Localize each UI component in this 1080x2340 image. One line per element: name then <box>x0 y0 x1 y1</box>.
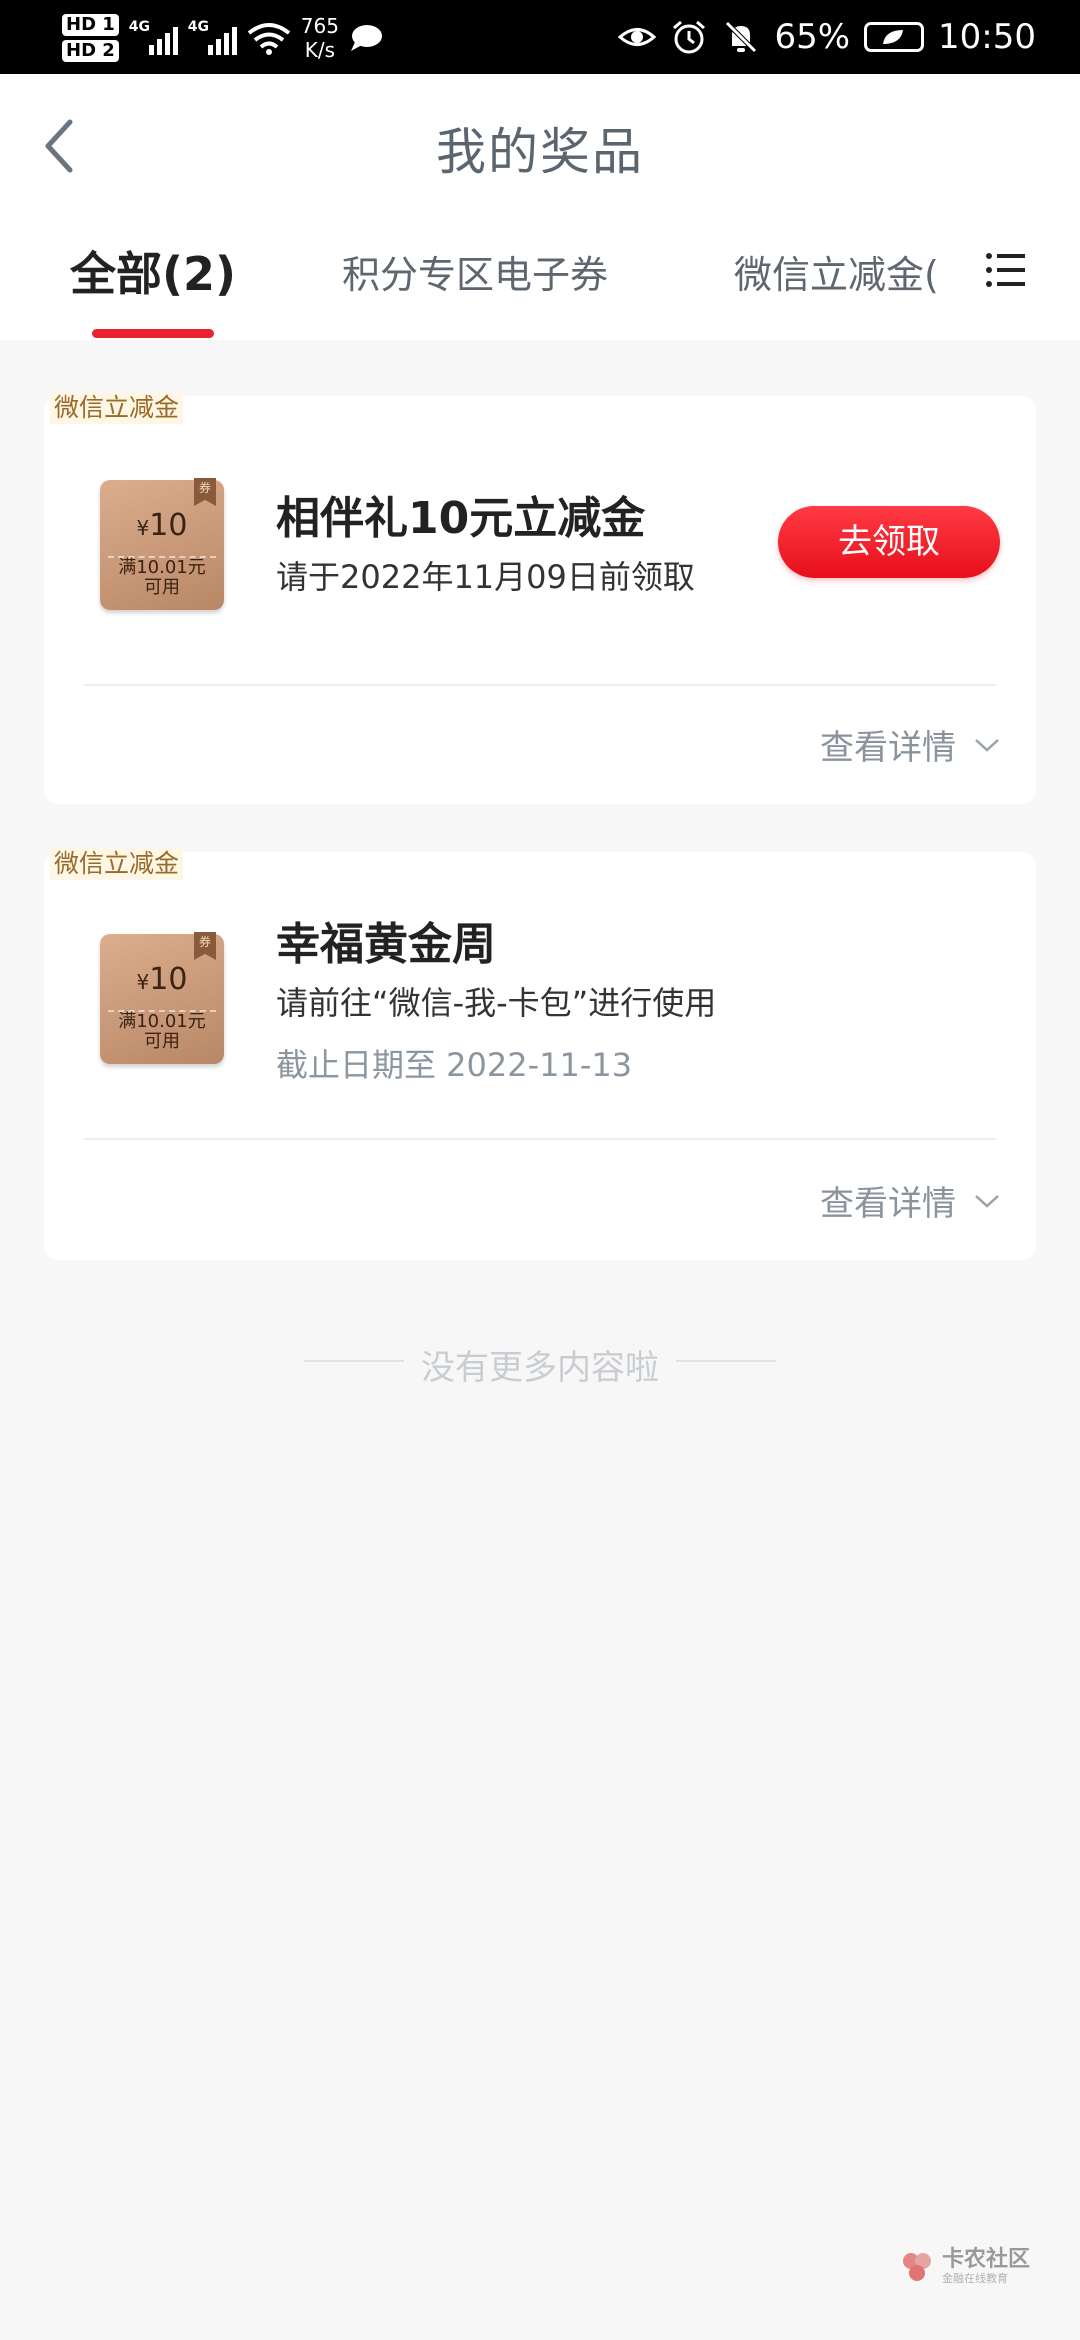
view-details-label: 查看详情 <box>820 1184 956 1224</box>
prize-title: 幸福黄金周 <box>276 919 496 970</box>
tab-wechat-discount[interactable]: 微信立减金( <box>730 244 940 304</box>
end-line-right <box>676 1360 776 1362</box>
coupon-condition-line1: 满10.01元 <box>118 557 206 578</box>
status-bar: HD 1 HD 2 4G 4G 765 K/s 65% 10:50 <box>0 0 1080 74</box>
coupon-amount-value: 10 <box>149 962 188 997</box>
network-speed: 765 K/s <box>301 14 339 62</box>
mute-bell-icon <box>725 21 758 53</box>
battery-percent: 65% <box>774 17 851 57</box>
coupon-amount: ¥10 <box>100 962 224 997</box>
coupon-condition-line2: 可用 <box>144 577 180 598</box>
status-bar-left: HD 1 HD 2 4G 4G 765 K/s <box>62 8 383 68</box>
tab-points-coupons[interactable]: 积分专区电子券 <box>342 244 608 299</box>
network-type-1: 4G <box>128 19 151 35</box>
coupon-condition: 满10.01元 可用 <box>100 558 224 598</box>
coupon-amount: ¥10 <box>100 508 224 543</box>
end-of-list-message: 没有更多内容啦 <box>421 1348 659 1388</box>
leaf-icon <box>883 30 904 44</box>
watermark-sub: 金融在线教育 <box>942 2272 1008 2285</box>
coupon-icon: 券 ¥10 满10.01元 可用 <box>100 932 224 1064</box>
prize-description: 请前往“微信-我-卡包”进行使用 <box>276 984 717 1022</box>
tab-menu-icon[interactable] <box>985 250 1027 292</box>
card-divider <box>84 684 996 686</box>
view-details-button[interactable]: 查看详情 <box>820 720 1000 769</box>
eye-icon <box>618 28 657 46</box>
status-bar-right: 65% 10:50 <box>618 0 1036 74</box>
prize-type-badge: 微信立减金 <box>50 848 184 880</box>
coupon-condition-line2: 可用 <box>144 1031 180 1052</box>
tab-bar: 全部(2) 积分专区电子券 微信立减金( <box>0 214 1080 340</box>
speed-value: 765 <box>300 14 339 38</box>
hd2-indicator: HD 2 <box>62 40 119 62</box>
kanong-logo-icon <box>903 2253 931 2281</box>
prize-expiry: 截止日期至 2022-11-13 <box>276 1046 633 1084</box>
coupon-flag: 券 <box>194 478 216 506</box>
chevron-down-icon <box>975 1194 999 1208</box>
prize-type-badge: 微信立减金 <box>50 392 184 424</box>
coupon-condition: 满10.01元 可用 <box>100 1012 224 1052</box>
speed-unit: K/s <box>304 38 336 62</box>
prize-card: 微信立减金 券 ¥10 满10.01元 可用 相伴礼10元立减金 请于2022年… <box>44 392 1036 804</box>
tab-wechat-discount-label: 微信立减金( <box>734 253 939 297</box>
message-icon <box>350 25 382 51</box>
watermark: 卡农社区 金融在线教育 <box>900 2248 1030 2286</box>
signal-2-icon: 4G <box>187 19 237 55</box>
coupon-flag: 券 <box>194 932 216 960</box>
view-details-label: 查看详情 <box>820 728 956 768</box>
chevron-down-icon <box>975 738 999 752</box>
active-tab-indicator <box>92 329 214 338</box>
hd-indicators: HD 1 HD 2 <box>62 14 119 62</box>
wifi-icon <box>247 23 291 55</box>
coupon-condition-line1: 满10.01元 <box>118 1011 206 1032</box>
clock: 10:50 <box>938 17 1036 57</box>
watermark-text: 卡农社区 金融在线教育 <box>942 2248 1030 2286</box>
hd1-indicator: HD 1 <box>62 14 119 36</box>
claim-button[interactable]: 去领取 <box>778 506 1000 578</box>
prize-title: 相伴礼10元立减金 <box>276 493 646 544</box>
coupon-icon: 券 ¥10 满10.01元 可用 <box>100 478 224 610</box>
alarm-icon <box>673 20 706 54</box>
tab-all[interactable]: 全部(2) <box>70 238 236 304</box>
prize-card: 微信立减金 券 ¥10 满10.01元 可用 幸福黄金周 请前往“微信-我-卡包… <box>44 848 1036 1260</box>
view-details-button[interactable]: 查看详情 <box>820 1176 1000 1225</box>
watermark-main: 卡农社区 <box>942 2247 1031 2272</box>
coupon-currency: ¥ <box>136 516 150 540</box>
card-divider <box>84 1138 996 1140</box>
coupon-amount-value: 10 <box>149 508 188 543</box>
app-header: 我的奖品 <box>0 74 1080 214</box>
battery-icon <box>864 22 925 52</box>
page-title: 我的奖品 <box>436 123 644 181</box>
signal-1-icon: 4G <box>128 19 178 55</box>
network-type-2: 4G <box>187 19 210 35</box>
prize-description: 请于2022年11月09日前领取 <box>276 558 695 596</box>
coupon-currency: ¥ <box>136 970 150 994</box>
